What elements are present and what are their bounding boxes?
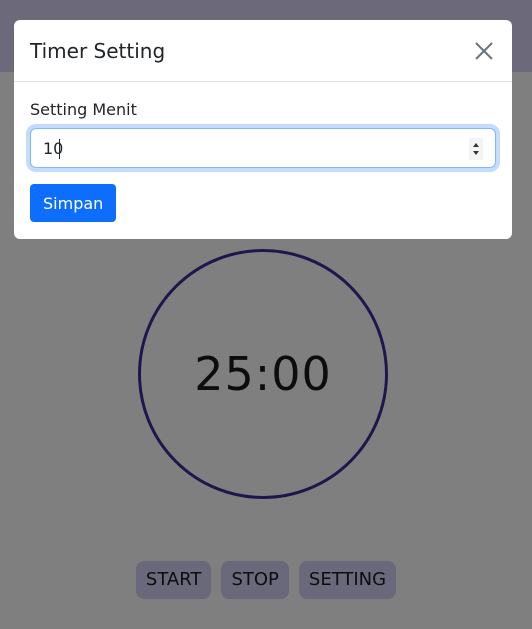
modal-title: Timer Setting xyxy=(30,38,166,63)
timer-setting-modal: Timer Setting Setting Menit Simpan xyxy=(14,20,512,239)
spin-down-icon[interactable] xyxy=(473,151,479,156)
minutes-label: Setting Menit xyxy=(30,100,137,119)
modal-header: Timer Setting xyxy=(14,20,512,82)
modal-body: Setting Menit Simpan xyxy=(14,82,512,238)
text-caret xyxy=(59,139,60,159)
save-button[interactable]: Simpan xyxy=(30,184,117,222)
number-spinner[interactable] xyxy=(469,138,483,160)
app-page: 25:00 START STOP SETTING Timer Setting S… xyxy=(0,0,532,629)
spin-up-icon[interactable] xyxy=(473,142,479,147)
minutes-input-wrapper xyxy=(30,128,496,168)
close-icon[interactable] xyxy=(472,39,496,63)
close-icon-glyph xyxy=(475,41,493,60)
minutes-input[interactable] xyxy=(31,129,451,167)
